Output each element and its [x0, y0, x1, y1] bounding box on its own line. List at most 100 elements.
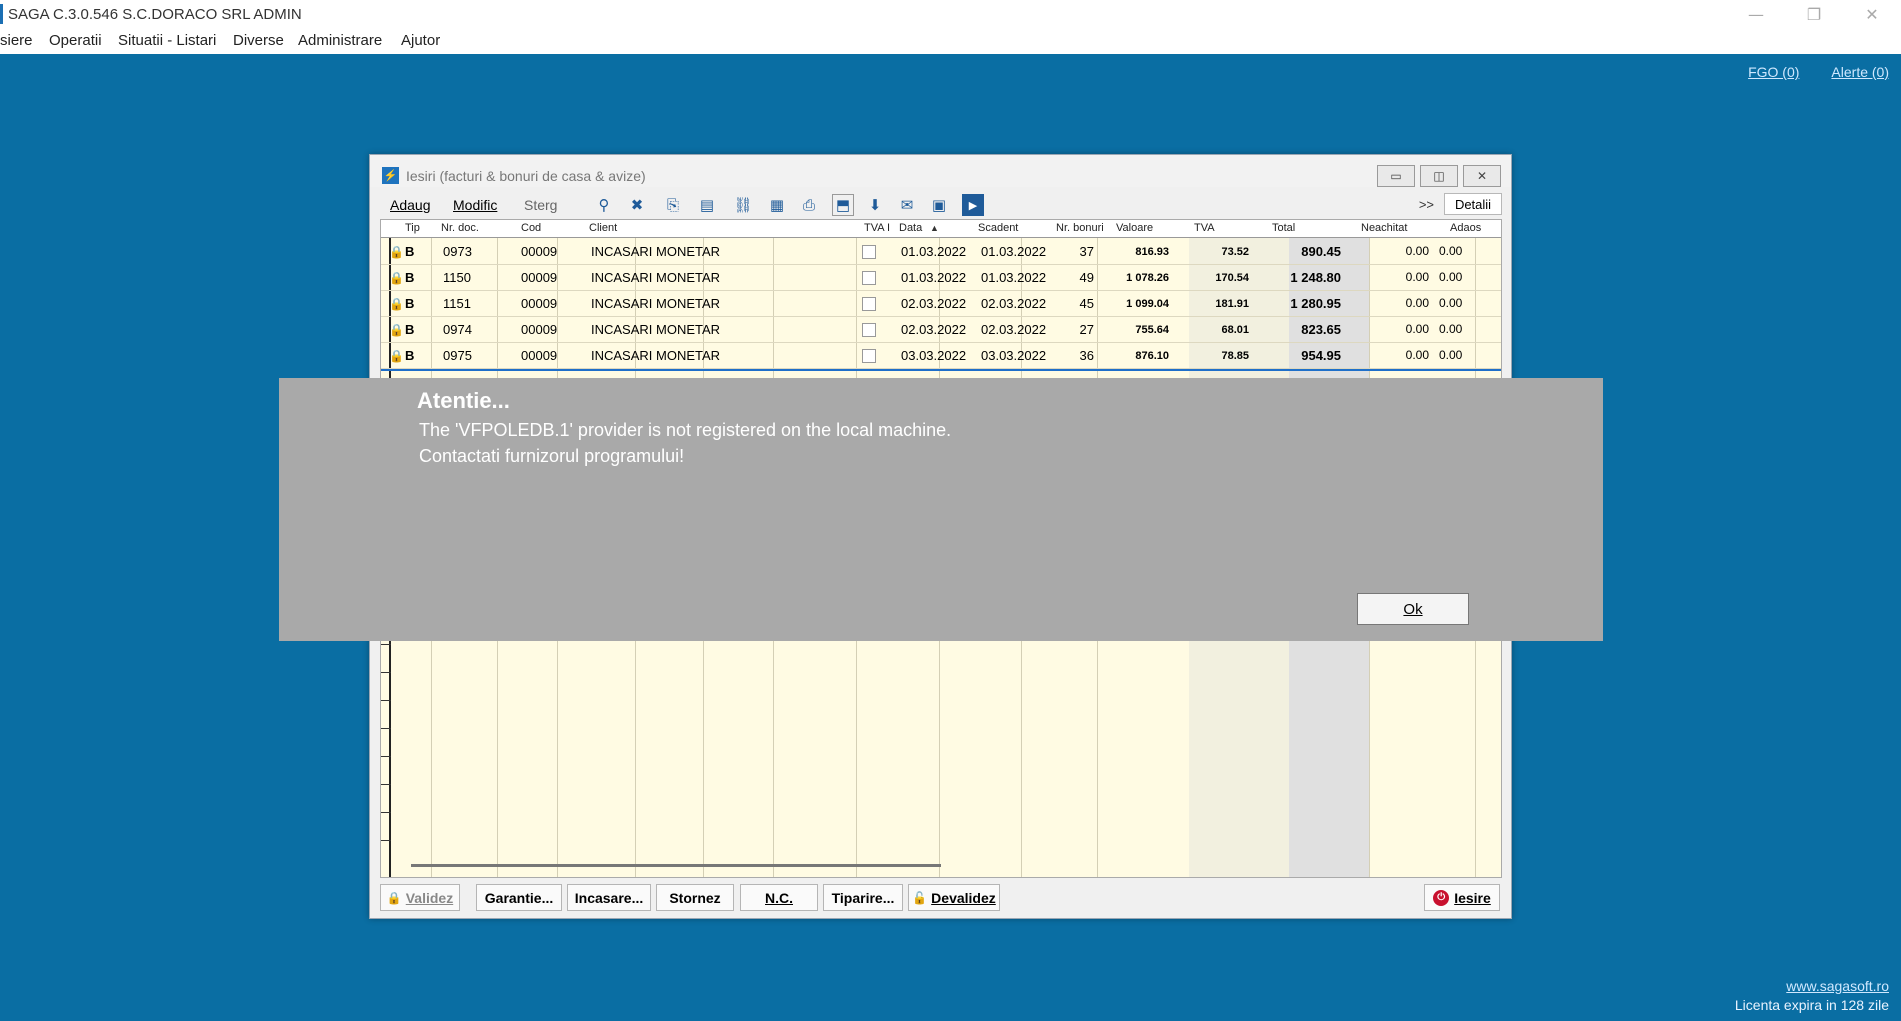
devalidez-label: Devalidez	[931, 889, 996, 906]
cell-client: INCASARI MONETAR	[591, 322, 721, 337]
col-header-nr-bonuri[interactable]: Nr. bonuri	[1056, 222, 1104, 234]
row-tick	[381, 812, 391, 813]
modific-button[interactable]: Modific	[453, 197, 497, 213]
cell-nr-bonuri: 37	[1079, 244, 1094, 259]
sort-ascending-icon: ▲	[930, 223, 939, 233]
col-header-nr-doc[interactable]: Nr. doc.	[441, 222, 479, 234]
col-header-adaos[interactable]: Adaos	[1450, 222, 1481, 234]
row-tick	[381, 784, 391, 785]
cell-client: INCASARI MONETAR	[591, 244, 721, 259]
power-icon: ⏻	[1433, 889, 1450, 906]
iesiri-window-controls: ▭ ◫ ✕	[1377, 165, 1501, 187]
cell-adaos: 0.00	[1439, 322, 1463, 336]
find-icon[interactable]: ⚲	[593, 194, 615, 216]
col-header-total[interactable]: Total	[1272, 222, 1295, 234]
fgo-link[interactable]: FGO (0)	[1748, 64, 1799, 80]
menu-item-fisiere[interactable]: siere	[0, 32, 33, 49]
ok-button[interactable]: Ok	[1357, 593, 1469, 625]
clear-filter-icon[interactable]: ✖	[626, 194, 648, 216]
cell-total: 1 248.80	[1290, 270, 1341, 285]
cell-nr-doc: 0975	[443, 348, 472, 363]
dialog-title: Atentie...	[417, 388, 510, 413]
cell-adaos: 0.00	[1439, 348, 1463, 362]
cell-tva: 73.52	[1221, 246, 1249, 258]
tva-checkbox[interactable]	[862, 297, 876, 311]
tiparire-button[interactable]: Tiparire...	[823, 884, 903, 911]
garantie-button[interactable]: Garantie...	[476, 884, 562, 911]
play-icon[interactable]: ▶	[962, 194, 984, 216]
table-icon[interactable]: ▦	[766, 194, 788, 216]
window-close-icon[interactable]: ✕	[1463, 165, 1501, 187]
app-title-accent	[0, 4, 3, 24]
col-header-cod[interactable]: Cod	[521, 222, 541, 234]
cell-tva: 181.91	[1215, 298, 1249, 310]
cell-valoare: 755.64	[1135, 324, 1169, 336]
col-header-tva[interactable]: TVA	[1194, 222, 1215, 234]
alerte-link[interactable]: Alerte (0)	[1831, 64, 1889, 80]
cell-nr-bonuri: 45	[1079, 296, 1094, 311]
nc-button[interactable]: N.C.	[740, 884, 818, 911]
restore-icon[interactable]: ❐	[1785, 0, 1843, 28]
table-row[interactable]: 🔒 B 0975 00009 INCASARI MONETAR 03.03.20…	[381, 343, 1501, 369]
tva-checkbox[interactable]	[862, 349, 876, 363]
validez-label: Validez	[405, 889, 454, 906]
lock-icon: 🔒	[389, 323, 404, 337]
archive-icon[interactable]: ▣	[928, 194, 950, 216]
menu-item-situatii[interactable]: Situatii - Listari	[118, 32, 216, 49]
table-row[interactable]: 🔒 B 0974 00009 INCASARI MONETAR 02.03.20…	[381, 317, 1501, 343]
detalii-button[interactable]: Detalii	[1444, 193, 1502, 215]
col-header-tip[interactable]: Tip	[405, 222, 420, 234]
validez-button[interactable]: 🔒 Validez	[380, 884, 460, 911]
cell-cod: 00009	[521, 270, 558, 285]
sterg-button[interactable]: Sterg	[524, 197, 557, 213]
sagasoft-link[interactable]: www.sagasoft.ro	[1786, 978, 1889, 994]
table-row[interactable]: 🔒 B 1150 00009 INCASARI MONETAR 01.03.20…	[381, 265, 1501, 291]
horizontal-scrollbar[interactable]	[411, 864, 941, 867]
table-row[interactable]: 🔒 B 1151 00009 INCASARI MONETAR 02.03.20…	[381, 291, 1501, 317]
tva-checkbox[interactable]	[862, 323, 876, 337]
cell-data: 01.03.2022	[901, 244, 967, 259]
copy-icon[interactable]: ⎘	[662, 194, 684, 216]
download-icon[interactable]: ⬇	[864, 194, 886, 216]
cell-client: INCASARI MONETAR	[591, 270, 721, 285]
incasare-button[interactable]: Incasare...	[567, 884, 651, 911]
adaug-button[interactable]: Adaug	[390, 197, 430, 213]
cell-nr-doc: 0973	[443, 244, 472, 259]
col-header-scadent[interactable]: Scadent	[978, 222, 1018, 234]
export-icon[interactable]: ⬒	[832, 194, 854, 216]
menu-item-administrare[interactable]: Administrare	[298, 32, 382, 49]
menu-bar: siere Operatii Situatii - Listari Divers…	[0, 28, 1901, 54]
devalidez-button[interactable]: 🔓 Devalidez	[908, 884, 1000, 911]
paste-icon[interactable]: ▤	[696, 194, 718, 216]
print-icon[interactable]: ⎙	[798, 194, 820, 216]
cell-tva: 78.85	[1221, 350, 1249, 362]
stornez-button[interactable]: Stornez	[656, 884, 734, 911]
tva-checkbox[interactable]	[862, 271, 876, 285]
more-toggle[interactable]: >>	[1419, 197, 1434, 212]
email-icon[interactable]: ✉	[896, 194, 918, 216]
cell-neachitat: 0.00	[1405, 270, 1429, 284]
cell-cod: 00009	[521, 348, 558, 363]
action-bar: 🔒 Validez Garantie... Incasare... Stornez…	[380, 882, 1502, 912]
window-maximize-icon[interactable]: ◫	[1420, 165, 1458, 187]
col-header-neachitat[interactable]: Neachitat	[1361, 222, 1407, 234]
window-minimize-icon[interactable]: ▭	[1377, 165, 1415, 187]
col-header-valoare[interactable]: Valoare	[1116, 222, 1153, 234]
cell-valoare: 876.10	[1135, 350, 1169, 362]
minimize-icon[interactable]: —	[1727, 0, 1785, 28]
tva-checkbox[interactable]	[862, 245, 876, 259]
cell-tip: B	[405, 244, 415, 259]
link-icon[interactable]: ⛓	[732, 194, 754, 216]
iesire-button[interactable]: ⏻ Iesire	[1424, 884, 1500, 911]
cell-client: INCASARI MONETAR	[591, 296, 721, 311]
col-header-client[interactable]: Client	[589, 222, 617, 234]
menu-item-operatii[interactable]: Operatii	[49, 32, 102, 49]
col-header-data[interactable]: Data	[899, 222, 922, 234]
close-icon[interactable]: ✕	[1843, 0, 1901, 28]
col-header-tva-i[interactable]: TVA I	[864, 222, 890, 234]
table-row[interactable]: 🔒 B 0973 00009 INCASARI MONETAR 01.03.20…	[381, 239, 1501, 265]
cell-nr-doc: 1151	[443, 296, 471, 311]
menu-item-ajutor[interactable]: Ajutor	[401, 32, 440, 49]
cell-tip: B	[405, 296, 415, 311]
menu-item-diverse[interactable]: Diverse	[233, 32, 284, 49]
